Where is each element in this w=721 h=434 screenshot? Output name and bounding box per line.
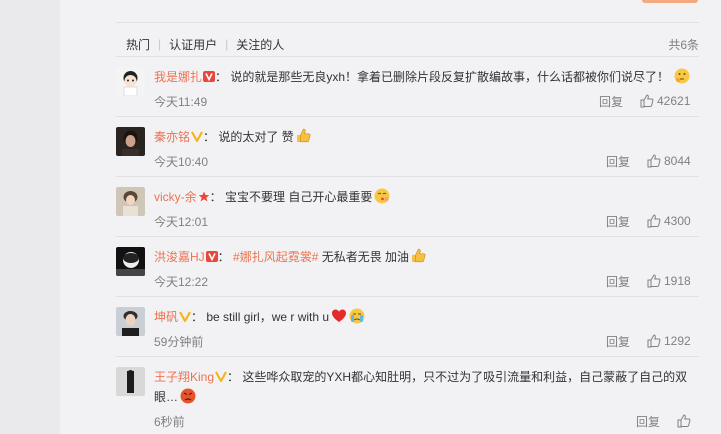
thinking-emoji [674, 68, 690, 84]
comment-text: 秦亦铭： 说的太对了 赞 [154, 127, 691, 147]
comment-text: 坤矾： be still girl，we r with u [154, 307, 691, 327]
comment-text: 我是娜扎： 说的就是那些无良yxh！拿着已删除片段反复扩散编故事，什么话都被你们… [154, 67, 691, 87]
gold-v-badge [215, 368, 227, 383]
reply-button[interactable]: 回复 [606, 153, 630, 170]
tab-verified-users[interactable]: 认证用户 [169, 36, 217, 53]
avatar[interactable] [116, 127, 145, 156]
thumbs-up-emoji [411, 248, 427, 264]
like-button[interactable]: 1918 [647, 274, 691, 288]
comment-text: vicky-余： 宝宝不要理 自己开心最重要 [154, 187, 691, 207]
topic-link[interactable]: #娜扎风起霓裳# [233, 250, 318, 264]
thumbs-up-icon [647, 214, 661, 228]
tab-separator: | [158, 37, 162, 51]
comment-item: vicky-余： 宝宝不要理 自己开心最重要 今天12:01 回复 4300 [116, 177, 699, 237]
reply-button[interactable]: 回复 [636, 413, 660, 430]
red-star-badge [198, 188, 210, 202]
like-count: 4300 [664, 214, 691, 228]
username-link[interactable]: 我是娜扎 [154, 70, 202, 84]
timestamp: 6秒前 [154, 415, 185, 429]
avatar[interactable] [116, 367, 145, 396]
timestamp: 59分钟前 [154, 335, 204, 349]
reply-button[interactable]: 回复 [606, 333, 630, 350]
comment-item: 秦亦铭： 说的太对了 赞 今天10:40 回复 8044 [116, 117, 699, 177]
crying-emoji [349, 308, 365, 324]
like-button[interactable] [677, 414, 694, 428]
thumbs-up-icon [677, 414, 691, 428]
comment-text: 王子翔King： 这些哗众取宠的YXH都心知肚明，只不过为了吸引流量和利益，自己… [154, 368, 688, 404]
comment-count: 共6条 [668, 38, 699, 52]
comment-item: 洪浚嘉HJ： #娜扎风起霓裳# 无私者无畏 加油 今天12:22 回复 1918 [116, 237, 699, 297]
username-link[interactable]: 王子翔King [154, 370, 214, 384]
thumbs-up-icon [647, 274, 661, 288]
comment-item: 王子翔King： 这些哗众取宠的YXH都心知肚明，只不过为了吸引流量和利益，自己… [116, 357, 699, 434]
tab-separator: | [225, 37, 229, 51]
red-v-badge [205, 248, 218, 262]
like-button[interactable]: 42621 [640, 94, 690, 108]
like-button[interactable]: 8044 [647, 154, 691, 168]
avatar[interactable] [116, 187, 145, 216]
reply-button[interactable]: 回复 [606, 213, 630, 230]
timestamp: 今天10:40 [154, 155, 209, 169]
username-link[interactable]: 秦亦铭 [154, 130, 190, 144]
top-accent-bar [642, 0, 698, 3]
reply-button[interactable]: 回复 [606, 273, 630, 290]
heart-emoji [331, 308, 347, 324]
gold-v-badge [191, 128, 203, 143]
username-link[interactable]: 洪浚嘉HJ [154, 250, 205, 264]
like-count: 42621 [657, 94, 691, 108]
thumbs-up-emoji [296, 128, 312, 144]
tab-following[interactable]: 关注的人 [236, 36, 284, 53]
avatar[interactable] [116, 67, 145, 96]
tab-hot[interactable]: 热门 [126, 36, 150, 53]
avatar[interactable] [116, 247, 145, 276]
like-count: 8044 [664, 154, 691, 168]
like-count: 1292 [664, 334, 691, 348]
thumbs-up-icon [640, 94, 654, 108]
angry-emoji [180, 388, 196, 404]
username-link[interactable]: 坤矾 [154, 310, 178, 324]
like-button[interactable]: 4300 [647, 214, 691, 228]
comment-item: 我是娜扎： 说的就是那些无良yxh！拿着已删除片段反复扩散编故事，什么话都被你们… [116, 57, 699, 117]
thumbs-up-icon [647, 334, 661, 348]
timestamp: 今天12:22 [154, 275, 209, 289]
like-button[interactable]: 1292 [647, 334, 691, 348]
like-count: 1918 [664, 274, 691, 288]
username-link[interactable]: vicky-余 [154, 190, 197, 204]
timestamp: 今天11:49 [154, 95, 208, 109]
reply-button[interactable]: 回复 [599, 93, 623, 110]
comment-filter-tabs: 热门 | 认证用户 | 关注的人 [126, 36, 284, 52]
thumbs-up-icon [647, 154, 661, 168]
red-v-badge [203, 68, 216, 82]
comment-item: 坤矾： be still girl，we r with u 59分钟前 回复 1… [116, 297, 699, 357]
divider [116, 22, 699, 23]
comment-text: 洪浚嘉HJ： #娜扎风起霓裳# 无私者无畏 加油 [154, 247, 691, 267]
kiss-emoji [374, 188, 390, 204]
avatar[interactable] [116, 307, 145, 336]
timestamp: 今天12:01 [154, 215, 209, 229]
gold-v-badge [179, 308, 191, 323]
